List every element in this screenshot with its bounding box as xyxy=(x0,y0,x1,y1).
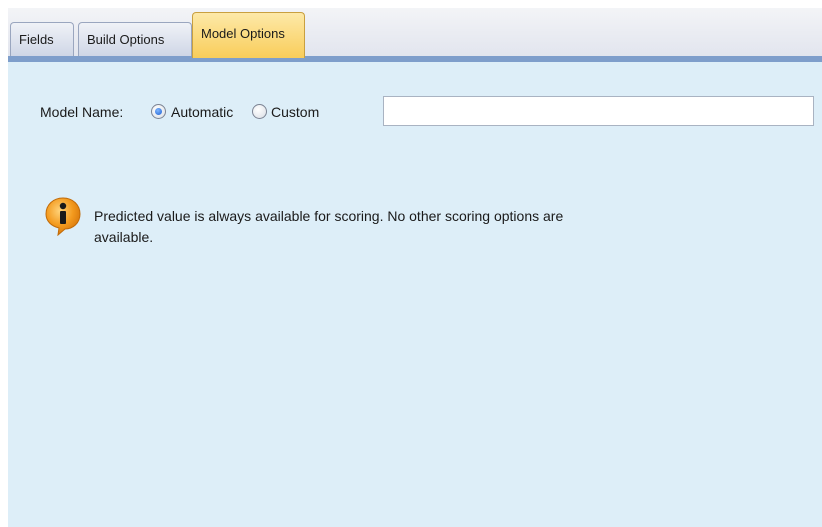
automatic-radio-label[interactable]: Automatic xyxy=(171,104,233,120)
tab-strip: Fields Build Options Model Options xyxy=(8,8,822,58)
model-options-panel: Model Name: Automatic Custom Predicted v… xyxy=(8,62,822,527)
custom-model-name-input[interactable] xyxy=(383,96,814,126)
tab-build-options[interactable]: Build Options xyxy=(78,22,192,56)
scoring-info-message: Predicted value is always available for … xyxy=(94,208,564,245)
radio-selected-dot xyxy=(155,108,162,115)
dialog-window: Fields Build Options Model Options Model… xyxy=(0,0,822,527)
model-name-label: Model Name: xyxy=(40,104,124,120)
tab-fields[interactable]: Fields xyxy=(10,22,74,56)
tab-model-options[interactable]: Model Options xyxy=(192,12,305,58)
info-icon xyxy=(45,197,81,236)
automatic-radio[interactable] xyxy=(151,104,166,119)
custom-radio-label[interactable]: Custom xyxy=(271,104,319,120)
custom-radio[interactable] xyxy=(252,104,267,119)
